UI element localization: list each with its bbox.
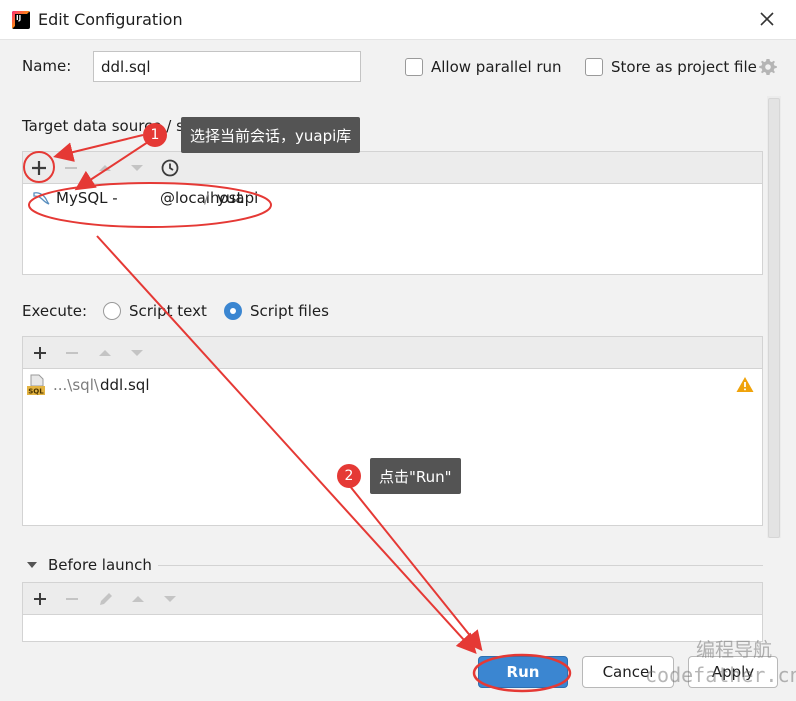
before-launch-list xyxy=(22,615,763,642)
allow-parallel-run-label[interactable]: Allow parallel run xyxy=(431,58,562,76)
annotation-badge-1: 1 xyxy=(143,123,167,147)
datasource-separator: / xyxy=(204,189,210,207)
annotation-badge-2: 2 xyxy=(337,464,361,488)
move-down-icon[interactable] xyxy=(126,342,148,364)
clock-icon[interactable] xyxy=(159,157,181,179)
warning-icon xyxy=(736,377,754,392)
remove-icon[interactable] xyxy=(61,588,83,610)
watermark-url: codefather.cn xyxy=(645,663,796,687)
file-path-prefix: ...\sql\ xyxy=(53,376,99,394)
store-as-project-file-checkbox[interactable] xyxy=(585,58,603,76)
datasource-schema[interactable]: yuapi xyxy=(217,189,258,207)
add-icon[interactable] xyxy=(29,342,51,364)
allow-parallel-run-checkbox[interactable] xyxy=(405,58,423,76)
move-down-icon[interactable] xyxy=(126,157,148,179)
gear-icon[interactable] xyxy=(758,57,778,77)
name-label: Name: xyxy=(22,57,72,75)
execute-label: Execute: xyxy=(22,302,88,320)
move-up-icon[interactable] xyxy=(127,588,149,610)
move-up-icon[interactable] xyxy=(94,157,116,179)
before-launch-label[interactable]: Before launch xyxy=(48,556,152,574)
mysql-dolphin-icon xyxy=(33,192,50,205)
annotation-callout-2: 点击"Run" xyxy=(370,458,461,494)
script-files-label[interactable]: Script files xyxy=(250,302,329,320)
intellij-logo-icon: IJ xyxy=(12,11,30,29)
sql-file-icon: SQL xyxy=(27,374,45,396)
add-icon[interactable] xyxy=(28,157,50,179)
annotation-callout-1: 选择当前会话，yuapi库 xyxy=(181,117,361,153)
datasource-toolbar xyxy=(22,151,763,184)
watermark-title: 编程导航 xyxy=(696,639,773,661)
name-input[interactable] xyxy=(93,51,361,82)
svg-text:SQL: SQL xyxy=(28,388,44,396)
run-button[interactable]: Run xyxy=(478,656,568,688)
collapse-arrow-icon[interactable] xyxy=(26,560,38,570)
script-files-toolbar xyxy=(22,336,763,369)
move-up-icon[interactable] xyxy=(94,342,116,364)
scrollbar-thumb[interactable] xyxy=(768,98,780,538)
move-down-icon[interactable] xyxy=(159,588,181,610)
edit-pencil-icon[interactable] xyxy=(95,588,117,610)
store-as-project-file-label[interactable]: Store as project file xyxy=(611,58,757,76)
script-files-radio[interactable] xyxy=(224,302,242,320)
remove-icon[interactable] xyxy=(61,342,83,364)
datasource-name[interactable]: MySQL - xyxy=(56,189,118,207)
separator-line xyxy=(158,565,763,566)
datasource-list xyxy=(22,184,763,275)
close-icon[interactable] xyxy=(756,8,778,30)
script-text-radio[interactable] xyxy=(103,302,121,320)
before-launch-toolbar xyxy=(22,582,763,615)
file-name[interactable]: ddl.sql xyxy=(100,376,149,394)
script-text-label[interactable]: Script text xyxy=(129,302,207,320)
window-title: Edit Configuration xyxy=(38,10,183,29)
add-icon[interactable] xyxy=(29,588,51,610)
remove-icon[interactable] xyxy=(60,157,82,179)
